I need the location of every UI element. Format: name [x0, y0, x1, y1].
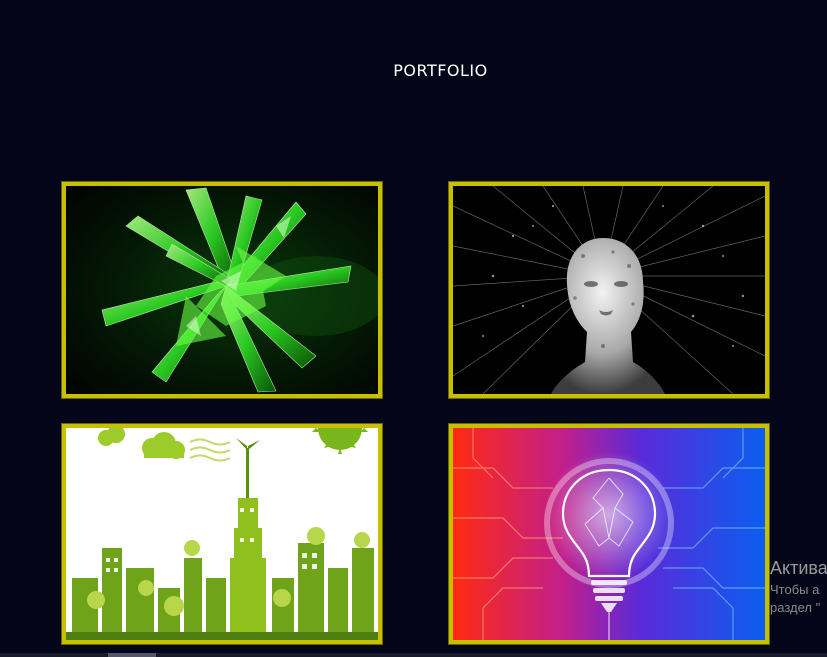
- circuit-lightbulb-image: [453, 428, 765, 640]
- portfolio-item-circuit-lightbulb[interactable]: [448, 423, 770, 645]
- eco-city-image: [66, 428, 378, 640]
- portfolio-item-green-crystal[interactable]: [61, 181, 383, 399]
- activation-watermark: Актива Чтобы а раздел ": [770, 558, 827, 615]
- scrollbar-thumb[interactable]: [108, 653, 156, 657]
- portfolio-item-digital-head[interactable]: [448, 181, 770, 399]
- watermark-line-2: раздел ": [770, 600, 821, 615]
- portfolio-item-eco-city[interactable]: [61, 423, 383, 645]
- green-crystal-image: [66, 186, 378, 394]
- watermark-line-1: Чтобы а: [770, 582, 820, 597]
- section-title: PORTFOLIO: [393, 61, 488, 80]
- portfolio-page: PORTFOLIO Актива Чтобы а раздел ": [0, 0, 827, 657]
- digital-head-image: [453, 186, 765, 394]
- watermark-title: Актива: [770, 558, 827, 578]
- horizontal-scrollbar[interactable]: [0, 653, 827, 657]
